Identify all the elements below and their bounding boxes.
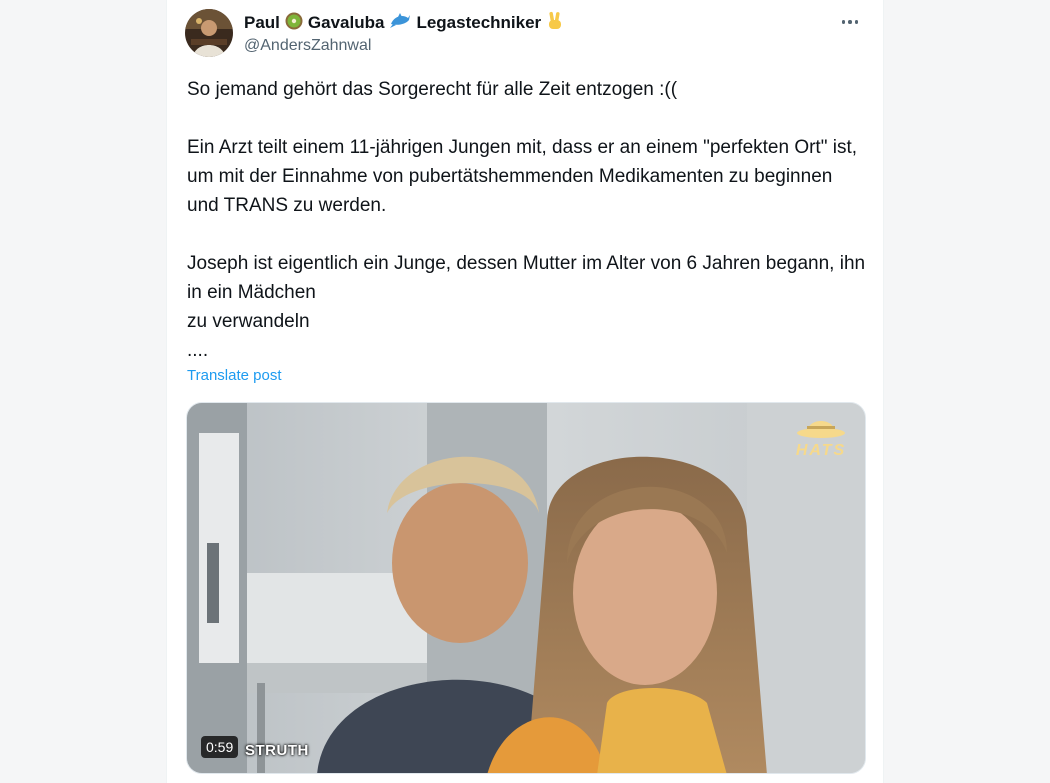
tweet-text: So jemand gehört das Sorgerecht für alle…	[187, 75, 867, 365]
video-player[interactable]: HATS STRUTH 0:59	[186, 402, 866, 774]
more-dot-icon	[854, 20, 859, 24]
avatar[interactable]	[185, 9, 233, 57]
tweet-text-ellipsis: ....	[187, 340, 209, 361]
author-block: Paul Gavaluba Legastechniker @AndersZahn…	[244, 11, 804, 55]
tweet-card[interactable]: Paul Gavaluba Legastechniker @AndersZahn…	[166, 0, 884, 783]
user-handle[interactable]: @AndersZahnwal	[244, 37, 804, 55]
display-name-part1: Paul	[244, 13, 280, 32]
tweet-text-paragraph: Joseph ist eigentlich ein Junge, dessen …	[187, 253, 866, 303]
kiwi-icon	[285, 12, 303, 35]
more-dot-icon	[841, 20, 846, 24]
dolphin-icon	[389, 12, 411, 35]
hats-logo-text: HATS	[795, 442, 847, 459]
tweet-text-paragraph: Ein Arzt teilt einem 11-jährigen Jungen …	[187, 137, 858, 216]
video-thumbnail	[187, 403, 865, 773]
victory-hand-icon	[546, 11, 564, 36]
video-duration-badge: 0:59	[201, 736, 239, 758]
display-name[interactable]: Paul Gavaluba Legastechniker	[244, 11, 804, 36]
translate-post-link[interactable]: Translate post	[187, 367, 282, 384]
page: Paul Gavaluba Legastechniker @AndersZahn…	[0, 0, 1050, 783]
hat-icon	[797, 421, 845, 438]
video-watermark: STRUTH	[245, 742, 309, 759]
tweet-text-line: So jemand gehört das Sorgerecht für alle…	[187, 79, 678, 100]
tweet-text-line: zu verwandeln	[187, 311, 310, 332]
display-name-part3: Legastechniker	[416, 13, 542, 32]
more-dot-icon	[848, 20, 852, 24]
hats-logo: HATS	[791, 411, 851, 471]
more-options-button[interactable]	[835, 10, 865, 34]
display-name-part2: Gavaluba	[307, 13, 385, 32]
